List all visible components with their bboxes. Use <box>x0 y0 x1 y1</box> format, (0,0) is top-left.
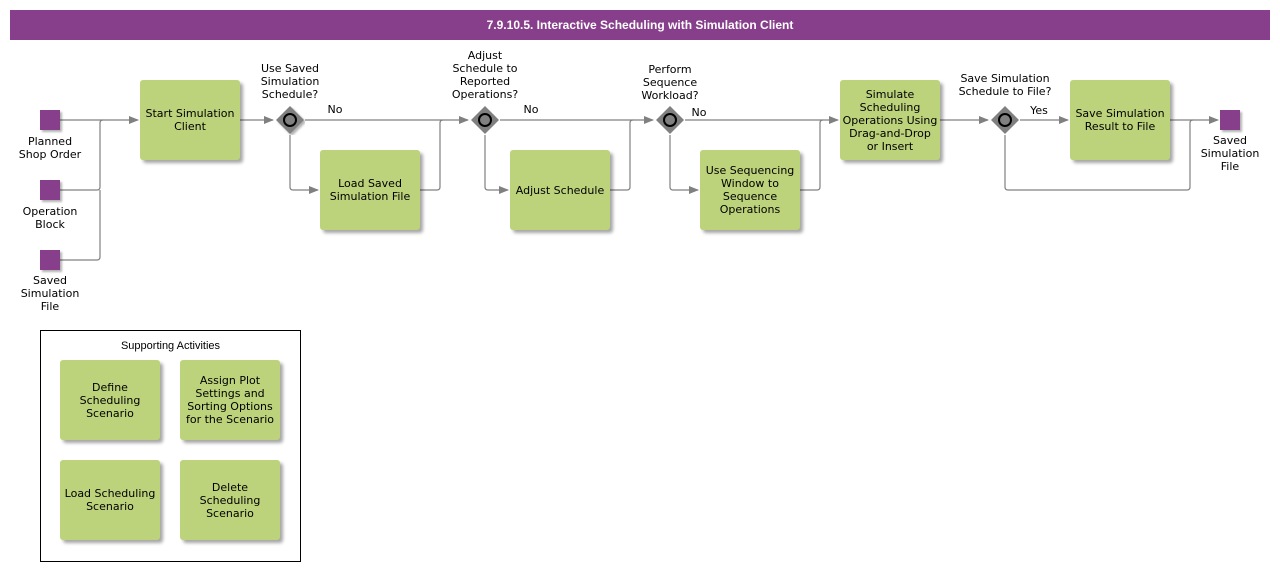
task-load-saved-simulation-file[interactable]: Load Saved Simulation File <box>320 150 420 230</box>
task-load-scheduling-scenario[interactable]: Load Scheduling Scenario <box>60 460 160 540</box>
gateway-use-saved-schedule[interactable] <box>275 105 305 135</box>
branch-label-no-3: No <box>691 106 707 119</box>
gateway-question-save-to-file: Save Simulation Schedule to File? <box>958 72 1052 98</box>
connector-load-to-gateway2 <box>420 119 444 191</box>
branch-label-no-1: No <box>327 103 343 116</box>
gateway-adjust-schedule[interactable] <box>470 105 500 135</box>
task-start-simulation-client[interactable]: Start Simulation Client <box>140 80 240 160</box>
connector-gateway3-to-sequencing <box>669 135 699 194</box>
label-saved-simulation-file-input: Saved Simulation File <box>20 274 80 313</box>
task-simulate-scheduling-operations[interactable]: Simulate Scheduling Operations Using Dra… <box>840 80 940 160</box>
task-define-scheduling-scenario[interactable]: Define Scheduling Scenario <box>60 360 160 440</box>
label-saved-simulation-file-output: Saved Simulation File <box>1200 134 1260 173</box>
connector-sequencing-to-simulate <box>800 119 824 191</box>
gateway-question-perform-sequence: Perform Sequence Workload? <box>641 63 699 102</box>
gateway-perform-sequence[interactable] <box>655 105 685 135</box>
label-operation-block: Operation Block <box>22 205 78 231</box>
data-object-saved-simulation-file-output[interactable] <box>1220 110 1240 130</box>
task-adjust-schedule[interactable]: Adjust Schedule <box>510 150 610 230</box>
supporting-activities-panel: Supporting Activities Define Scheduling … <box>40 330 301 562</box>
task-save-simulation-result[interactable]: Save Simulation Result to File <box>1070 80 1170 160</box>
task-assign-plot-settings[interactable]: Assign Plot Settings and Sorting Options… <box>180 360 280 440</box>
data-object-saved-simulation-file-input[interactable] <box>40 250 60 270</box>
connector-adjust-to-gateway3 <box>610 119 634 191</box>
gateway-question-adjust-schedule: Adjust Schedule to Reported Operations? <box>451 49 519 101</box>
connector-gateway1-to-load <box>289 135 319 194</box>
task-use-sequencing-window[interactable]: Use Sequencing Window to Sequence Operat… <box>700 150 800 230</box>
gateway-save-to-file[interactable] <box>990 105 1020 135</box>
gateway-question-use-saved: Use Saved Simulation Schedule? <box>260 62 320 101</box>
supporting-activities-title: Supporting Activities <box>120 340 221 352</box>
branch-label-yes: Yes <box>1030 104 1048 117</box>
data-object-operation-block[interactable] <box>40 180 60 200</box>
connector-gateway2-to-adjust <box>484 135 509 194</box>
branch-label-no-2: No <box>523 103 539 116</box>
label-planned-shop-order: Planned Shop Order <box>18 135 82 161</box>
data-object-planned-shop-order[interactable] <box>40 110 60 130</box>
task-delete-scheduling-scenario[interactable]: Delete Scheduling Scenario <box>180 460 280 540</box>
